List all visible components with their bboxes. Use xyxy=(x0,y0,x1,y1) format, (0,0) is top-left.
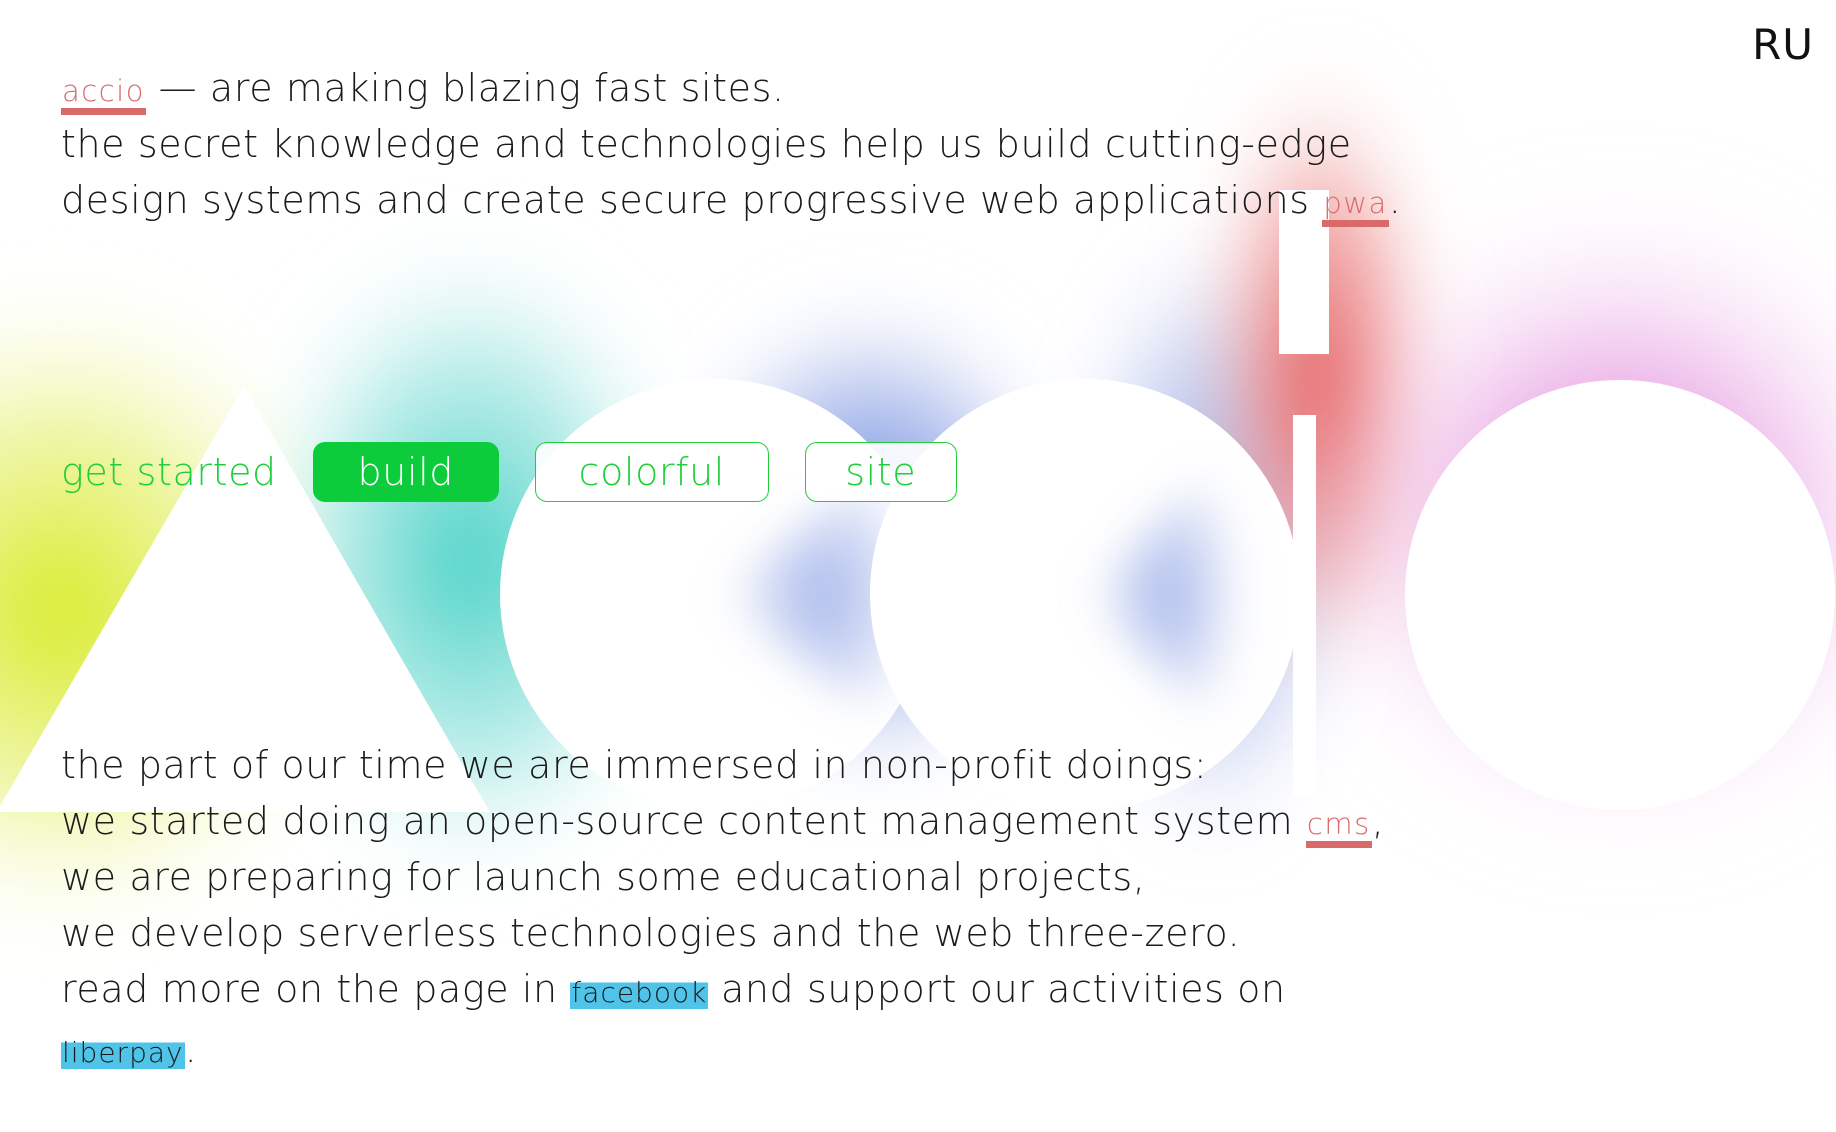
facebook-link[interactable]: facebook xyxy=(570,976,709,1009)
outro-line-3: we are preparing for launch some educati… xyxy=(61,855,1146,899)
outro-line-4: we develop serverless technologies and t… xyxy=(61,911,1241,955)
action-row: get started build colorful site xyxy=(61,441,993,503)
page: RU accio — are making blazing fast sites… xyxy=(0,0,1836,1132)
cms-link[interactable]: cms xyxy=(1305,807,1372,848)
outro-line-5-end: and support our activities on xyxy=(708,967,1286,1011)
outro-line-2: we started doing an open-source content … xyxy=(61,793,1384,849)
intro-line-1: accio — are making blazing fast sites. xyxy=(61,60,1401,116)
brand-link-accio[interactable]: accio xyxy=(61,74,146,115)
intro-text: accio — are making blazing fast sites. t… xyxy=(61,60,1401,228)
pill-colorful[interactable]: colorful xyxy=(534,442,769,502)
outro-line-5-text: read more on the page in xyxy=(61,967,571,1011)
liberpay-link[interactable]: liberpay xyxy=(61,1036,185,1069)
outro-line-2-text: we started doing an open-source content … xyxy=(61,799,1306,843)
outro-line-6-end: . xyxy=(184,1027,198,1071)
intro-line-3-end: . xyxy=(1388,178,1402,222)
pill-site[interactable]: site xyxy=(804,442,957,502)
language-switch-ru[interactable]: RU xyxy=(1752,20,1814,69)
outro-line-5: read more on the page in facebook and su… xyxy=(61,961,1384,1021)
intro-line-3-text: design systems and create secure progres… xyxy=(61,178,1323,222)
intro-line-1-text: — are making blazing fast sites. xyxy=(145,66,785,110)
outro-text: the part of our time we are immersed in … xyxy=(61,737,1384,1081)
pwa-link[interactable]: pwa xyxy=(1322,186,1389,227)
outro-line-2-end: , xyxy=(1371,799,1385,843)
pill-build[interactable]: build xyxy=(312,442,499,502)
outro-line-1: the part of our time we are immersed in … xyxy=(61,743,1208,787)
get-started-link[interactable]: get started xyxy=(61,450,277,494)
outro-line-6: liberpay. xyxy=(61,1021,1384,1081)
intro-line-2: the secret knowledge and technologies he… xyxy=(61,122,1352,166)
intro-line-3: design systems and create secure progres… xyxy=(61,172,1401,228)
